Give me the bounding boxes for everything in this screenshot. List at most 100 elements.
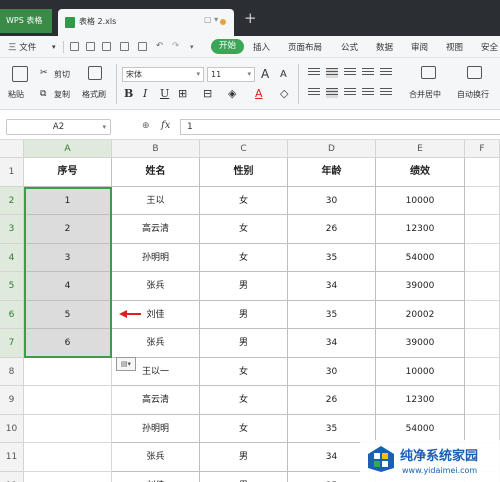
table-cell[interactable]: 男 — [200, 300, 288, 329]
table-cell[interactable]: 12300 — [376, 215, 465, 244]
align-center-icon[interactable] — [326, 88, 338, 98]
row-header-10[interactable]: 10 — [0, 414, 24, 443]
wrap-text-icon[interactable] — [467, 66, 482, 79]
table-cell[interactable]: 20002 — [376, 300, 465, 329]
table-cell[interactable]: 54000 — [376, 414, 465, 443]
name-box[interactable]: A2 ▾ — [6, 119, 111, 135]
table-cell[interactable]: 54000 — [376, 243, 465, 272]
table-cell[interactable]: 刘佳 — [112, 471, 200, 482]
table-cell[interactable]: 高云清 — [112, 215, 200, 244]
font-name-select[interactable]: 宋体 ▾ — [122, 67, 204, 82]
font-size-select[interactable]: 11 ▾ — [207, 67, 255, 82]
formula-input[interactable]: 1 — [180, 119, 500, 135]
table-cell[interactable]: 女 — [200, 386, 288, 415]
table-cell[interactable]: 35 — [288, 243, 376, 272]
tab-security[interactable]: 安全 — [481, 41, 498, 53]
table-cell[interactable]: 34 — [288, 329, 376, 358]
table-cell[interactable]: 张兵 — [112, 329, 200, 358]
column-header-d[interactable]: D — [288, 140, 376, 158]
indent-decrease-icon[interactable] — [362, 68, 374, 78]
tab-wps-home[interactable]: WPS 表格 — [0, 9, 52, 33]
align-bottom-icon[interactable] — [344, 68, 356, 78]
paste-options-icon[interactable]: ▤▾ — [116, 357, 136, 371]
empty-cell[interactable] — [24, 386, 112, 415]
table-cell[interactable]: 30 — [288, 186, 376, 215]
italic-button[interactable]: I — [143, 87, 147, 100]
empty-cell[interactable] — [465, 272, 500, 301]
wrap-text-button[interactable]: 自动换行 — [457, 89, 489, 100]
shrink-font-button[interactable]: A — [280, 69, 287, 80]
empty-cell[interactable] — [465, 215, 500, 244]
empty-cell[interactable] — [465, 243, 500, 272]
format-painter-icon[interactable] — [88, 66, 102, 80]
selected-cell[interactable]: 6 — [24, 329, 112, 358]
selected-cell[interactable]: 1 — [24, 186, 112, 215]
tab-formulas[interactable]: 公式 — [341, 41, 358, 53]
tab-view[interactable]: 视图 — [446, 41, 463, 53]
row-header-5[interactable]: 5 — [0, 272, 24, 301]
row-header-12[interactable]: 12 — [0, 471, 24, 482]
row-header-2[interactable]: 2 — [0, 186, 24, 215]
format-painter-button[interactable]: 格式刷 — [82, 89, 106, 100]
table-cell[interactable]: 女 — [200, 357, 288, 386]
copy-button[interactable]: 复制 — [54, 89, 70, 100]
table-cell[interactable]: 39000 — [376, 329, 465, 358]
empty-cell[interactable] — [465, 357, 500, 386]
table-cell[interactable]: 男 — [200, 471, 288, 482]
empty-cell[interactable] — [465, 414, 500, 443]
function-button[interactable]: fx — [161, 120, 170, 131]
selected-cell[interactable]: 3 — [24, 243, 112, 272]
font-color-button[interactable]: A — [255, 87, 263, 100]
borders-icon[interactable]: ⊞ — [178, 87, 187, 100]
print-icon[interactable] — [120, 42, 129, 51]
empty-cell[interactable] — [24, 471, 112, 482]
selected-cell[interactable]: 5 — [24, 300, 112, 329]
table-cell[interactable]: 35 — [288, 300, 376, 329]
table-cell[interactable]: 男 — [200, 443, 288, 472]
table-cell[interactable]: 男 — [200, 272, 288, 301]
justify-icon[interactable] — [362, 88, 374, 98]
paste-button[interactable]: 粘贴 — [8, 89, 24, 100]
zoom-icon[interactable]: ⊕ — [142, 121, 150, 131]
cell-style-icon[interactable]: ⊟ — [203, 87, 212, 100]
empty-cell[interactable] — [465, 186, 500, 215]
select-all-corner[interactable] — [0, 140, 24, 158]
row-header-8[interactable]: 8 — [0, 357, 24, 386]
column-header-a[interactable]: A — [24, 140, 112, 158]
preview-icon[interactable] — [138, 42, 147, 51]
cut-button[interactable]: 剪切 — [54, 69, 70, 80]
column-header-e[interactable]: E — [376, 140, 465, 158]
tab-page-layout[interactable]: 页面布局 — [288, 41, 322, 53]
distributed-icon[interactable] — [380, 88, 392, 98]
table-cell[interactable]: 孙明明 — [112, 414, 200, 443]
scissors-icon[interactable]: ✂ — [40, 68, 48, 78]
fill-color-icon[interactable]: ◈ — [228, 87, 236, 100]
align-right-icon[interactable] — [344, 88, 356, 98]
tab-data[interactable]: 数据 — [376, 41, 393, 53]
file-menu-arrow[interactable]: ▾ — [52, 43, 56, 51]
indent-increase-icon[interactable] — [380, 68, 392, 78]
bold-button[interactable]: B — [124, 87, 133, 100]
clear-format-icon[interactable]: ◇ — [280, 87, 288, 100]
empty-cell[interactable] — [24, 357, 112, 386]
tab-start[interactable]: 开始 — [211, 39, 245, 54]
redo-icon[interactable]: ↷ — [172, 41, 179, 51]
chevron-down-icon[interactable]: ▾ — [102, 120, 106, 134]
row-header-1[interactable]: 1 — [0, 158, 24, 187]
table-cell[interactable]: 张兵 — [112, 272, 200, 301]
new-tab-button[interactable]: + — [244, 10, 257, 26]
align-top-icon[interactable] — [308, 68, 320, 78]
merge-center-icon[interactable] — [421, 66, 436, 79]
empty-cell[interactable] — [24, 414, 112, 443]
save-icon[interactable] — [86, 42, 95, 51]
export-icon[interactable] — [102, 42, 111, 51]
empty-cell[interactable] — [465, 300, 500, 329]
selected-cell[interactable]: 4 — [24, 272, 112, 301]
underline-button[interactable]: U — [160, 87, 169, 100]
row-header-6[interactable]: 6 — [0, 300, 24, 329]
quick-access-more-icon[interactable]: ▾ — [190, 43, 194, 51]
copy-icon[interactable]: ⧉ — [40, 89, 46, 99]
column-header-c[interactable]: C — [200, 140, 288, 158]
file-menu[interactable]: 三 文件 — [8, 41, 36, 53]
align-left-icon[interactable] — [308, 88, 320, 98]
